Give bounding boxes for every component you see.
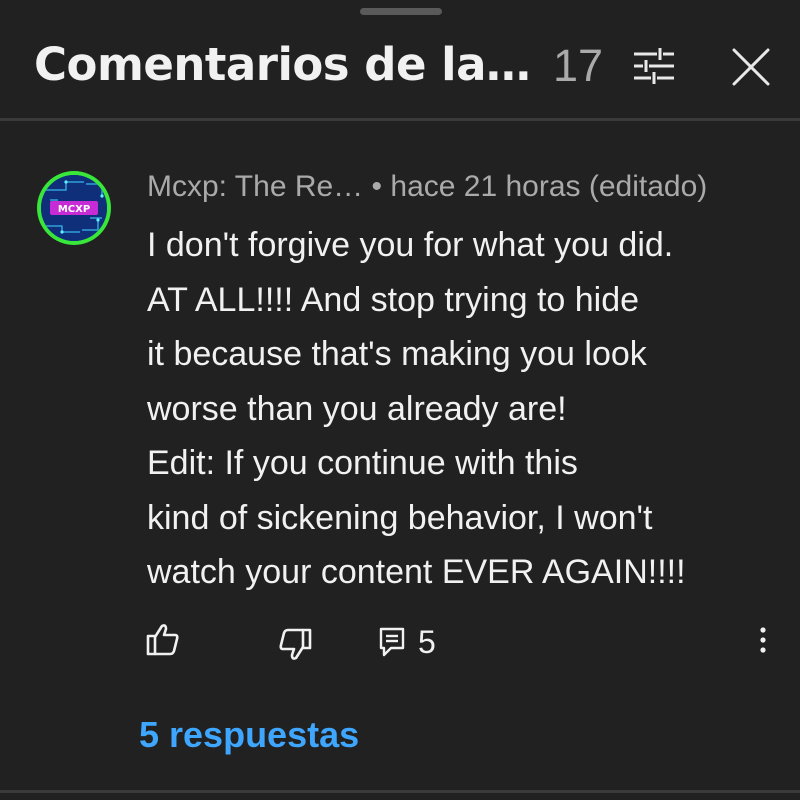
- tune-icon: [634, 48, 674, 84]
- comments-count: 17: [553, 40, 604, 91]
- comments-title: Comentarios de la…: [34, 38, 531, 91]
- reply-button[interactable]: 5: [376, 620, 446, 664]
- close-icon: [732, 48, 770, 86]
- comment-author[interactable]: Mcxp: The Re…: [147, 170, 363, 203]
- comment-line: watch your content EVER AGAIN!!!!: [147, 553, 686, 591]
- comment-time: hace 21 horas (editado): [390, 170, 708, 203]
- view-replies-link[interactable]: 5 respuestas: [139, 714, 359, 756]
- comment-line: worse than you already are!: [147, 389, 567, 428]
- comment-reply-icon: [379, 627, 405, 657]
- comment-line: I don't forgive you for what you did.: [147, 226, 674, 264]
- more-options-button[interactable]: [752, 624, 774, 660]
- comment-line: AT ALL!!!! And stop trying to hide: [147, 280, 640, 319]
- avatar[interactable]: MCXP: [36, 170, 112, 246]
- comment-line: it because that's making you look: [147, 335, 647, 373]
- thumb-up-icon: [146, 624, 179, 656]
- close-button[interactable]: [726, 44, 776, 90]
- thumb-down-icon: [279, 628, 312, 660]
- filter-button[interactable]: [628, 44, 680, 88]
- avatar-image: MCXP: [37, 171, 111, 245]
- meta-separator: •: [371, 170, 383, 203]
- bottom-divider: [0, 790, 800, 793]
- comment-body: I don't forgive you for what you did. AT…: [147, 218, 787, 600]
- avatar-label: MCXP: [58, 204, 90, 215]
- reply-count: 5: [418, 624, 436, 660]
- comment-meta: Mcxp: The Re… • hace 21 horas (editado): [147, 170, 707, 204]
- more-vert-icon: [760, 627, 766, 653]
- comment-line: kind of sickening behavior, I won't: [147, 498, 653, 537]
- comment-line: Edit: If you continue with this: [147, 444, 578, 482]
- header-divider: [0, 118, 800, 121]
- sheet-drag-handle[interactable]: [360, 8, 442, 15]
- dislike-button[interactable]: [274, 622, 316, 666]
- comments-header: Comentarios de la… 17: [0, 18, 800, 118]
- like-button[interactable]: [142, 620, 184, 660]
